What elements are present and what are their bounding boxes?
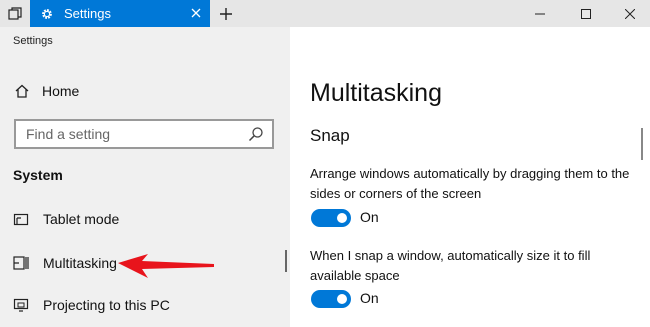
gear-icon (42, 8, 52, 19)
app-caption: Settings (13, 35, 53, 47)
multitasking-icon (13, 256, 29, 270)
sidebar-item-tablet-mode[interactable]: Tablet mode (13, 211, 119, 227)
home-icon (15, 84, 29, 98)
sidebar-item-home[interactable]: Home (14, 83, 79, 99)
tab-settings[interactable]: Settings (30, 0, 210, 27)
setting-description: When I snap a window, automatically size… (310, 248, 591, 283)
sidebar-item-label: Multitasking (43, 255, 117, 271)
search-placeholder: Find a setting (26, 126, 111, 142)
section-title: System (13, 167, 63, 183)
setting-description: Arrange windows automatically by draggin… (310, 166, 630, 201)
minimize-button[interactable] (522, 0, 558, 27)
sidebar-item-label: Tablet mode (43, 211, 120, 227)
snap-fill-toggle[interactable] (311, 290, 351, 308)
sidebar-item-label: Home (42, 83, 80, 99)
projecting-icon (13, 298, 29, 312)
toggle-knob (337, 294, 347, 304)
main-scrollbar[interactable] (641, 128, 643, 160)
toggle-state-label: On (360, 209, 379, 225)
main-panel: Multitasking Snap Arrange windows automa… (290, 27, 650, 327)
sidebar: Settings Home Find a setting System Tabl… (0, 27, 290, 327)
tab-title: Settings (64, 6, 111, 21)
page-title: Multitasking (310, 79, 442, 107)
tablet-mode-icon (13, 213, 29, 226)
task-view-icon[interactable] (0, 0, 30, 27)
search-icon[interactable] (248, 126, 264, 142)
snap-arrange-toggle[interactable] (311, 209, 351, 227)
toggle-knob (337, 213, 347, 223)
title-bar: Settings (0, 0, 650, 27)
section-heading: Snap (310, 126, 350, 145)
sidebar-item-label: Projecting to this PC (43, 297, 170, 313)
sidebar-item-multitasking[interactable]: Multitasking (13, 255, 117, 271)
search-input[interactable]: Find a setting (14, 119, 274, 149)
red-arrow-annotation (118, 254, 214, 278)
close-window-button[interactable] (612, 0, 648, 27)
new-tab-button[interactable] (216, 4, 236, 24)
close-tab-icon[interactable] (188, 5, 204, 21)
sidebar-item-projecting[interactable]: Projecting to this PC (13, 297, 170, 313)
sidebar-scrollbar[interactable] (285, 250, 287, 272)
maximize-button[interactable] (568, 0, 604, 27)
toggle-state-label: On (360, 290, 379, 306)
